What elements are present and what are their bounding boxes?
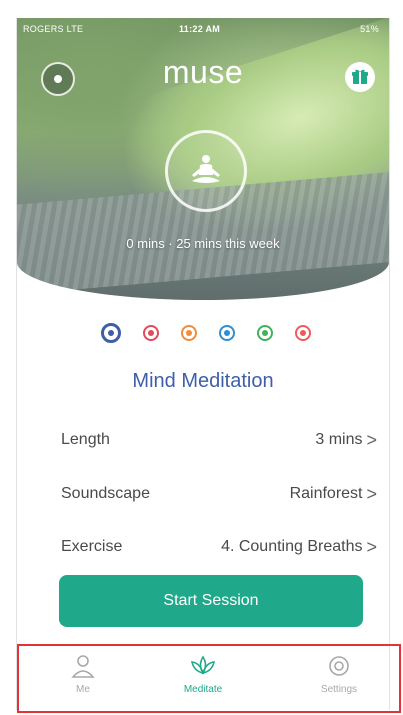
exercise-row[interactable]: Exercise 4. Counting Breaths > bbox=[61, 535, 377, 559]
tab-bar-highlight bbox=[17, 644, 401, 713]
app-screen: ROGERS LTE 11:22 AM 51% muse 0 mins · 25… bbox=[16, 18, 390, 710]
session-type-selector bbox=[101, 323, 311, 343]
session-type-body[interactable] bbox=[181, 325, 197, 341]
length-label: Length bbox=[61, 431, 110, 448]
soundscape-row[interactable]: Soundscape Rainforest > bbox=[61, 482, 377, 506]
carrier-text: ROGERS LTE bbox=[23, 24, 84, 34]
chevron-right-icon: > bbox=[366, 429, 377, 450]
soundscape-label: Soundscape bbox=[61, 485, 150, 502]
exercise-value: 4. Counting Breaths bbox=[221, 538, 363, 555]
exercise-label: Exercise bbox=[61, 538, 123, 555]
gift-button[interactable] bbox=[345, 62, 375, 92]
hero-background: ROGERS LTE 11:22 AM 51% muse 0 mins · 25… bbox=[17, 18, 389, 300]
session-type-nature[interactable] bbox=[257, 325, 273, 341]
app-logo: muse bbox=[162, 54, 244, 90]
chevron-right-icon: > bbox=[366, 483, 377, 504]
chevron-right-icon: > bbox=[366, 536, 377, 557]
session-type-mind[interactable] bbox=[101, 323, 121, 343]
session-title: Mind Meditation bbox=[132, 370, 274, 392]
session-type-heart[interactable] bbox=[143, 325, 159, 341]
session-type-breath[interactable] bbox=[219, 325, 235, 341]
clock-text: 11:22 AM bbox=[179, 24, 221, 34]
soundscape-value: Rainforest bbox=[289, 485, 363, 502]
length-row[interactable]: Length 3 mins > bbox=[61, 428, 377, 452]
meditation-icon bbox=[192, 155, 220, 183]
gift-icon bbox=[352, 69, 368, 84]
start-session-button[interactable]: Start Session bbox=[59, 575, 363, 627]
weekly-summary: 0 mins · 25 mins this week bbox=[126, 236, 280, 251]
battery-text: 51% bbox=[360, 24, 379, 34]
status-bar: ROGERS LTE 11:22 AM 51% bbox=[17, 24, 389, 40]
length-value: 3 mins bbox=[315, 431, 363, 448]
meditation-button[interactable] bbox=[165, 130, 247, 212]
session-type-energy[interactable] bbox=[295, 325, 311, 341]
